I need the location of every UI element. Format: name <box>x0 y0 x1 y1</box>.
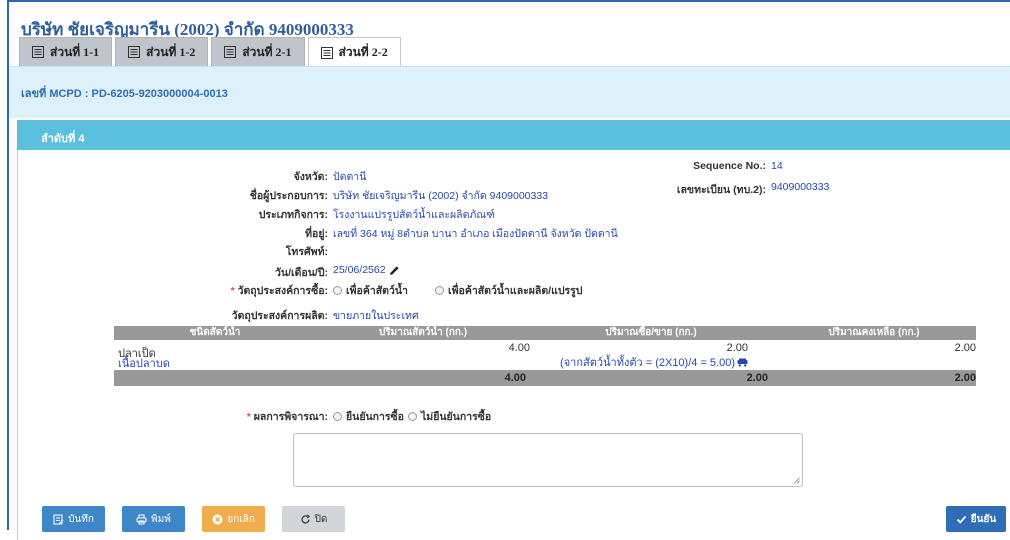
purchase-note-text: (จากสัตว์น้ำทั้งตัว = (2X10)/4 = 5.00) <box>560 357 735 369</box>
operator-value: บริษัท ชัยเจริญมารีน (2002) จำกัด 940900… <box>333 190 549 202</box>
aquatic-table: ชนิดสัตว์น้ำ ปริมาณสัตว์น้ำ (กก.) ปริมาณ… <box>114 326 976 386</box>
truck-icon[interactable] <box>737 358 748 367</box>
panel-title: ลำดับที่ 4 <box>17 120 1010 150</box>
province-label: จังหวัด: <box>293 171 328 183</box>
radio-label: เพื่อค้าสัตว์น้ำ <box>346 285 408 297</box>
remaining-cell: 2.00 <box>954 342 976 354</box>
save-icon <box>53 514 64 524</box>
production-purpose-value: ขายภายในประเทศ <box>333 310 419 322</box>
check-icon <box>956 515 966 524</box>
cancel-label: ยกเลิก <box>227 513 255 525</box>
col-header-purchase: ปริมาณซื้อ/ขาย (กก.) <box>605 327 697 338</box>
list-icon <box>32 46 44 58</box>
consideration-label-text: ผลการพิจารณา: <box>253 411 328 423</box>
print-label: พิมพ์ <box>151 513 171 525</box>
record-panel: จังหวัด: ปัตตานี ชื่อผู้ประกอบการ: บริษั… <box>17 150 1010 540</box>
tab-section-2-1[interactable]: ส่วนที่ 2-1 <box>211 37 305 66</box>
business-type-label: ประเภทกิจการ: <box>258 209 328 221</box>
date-label: วัน/เดือน/ปี: <box>275 267 328 279</box>
sequence-value: 14 <box>771 160 783 172</box>
radio-purpose-trade-process[interactable]: เพื่อค้าสัตว์น้ำและผลิต/แปรรูป <box>435 282 582 299</box>
radio-label: ไม่ยืนยันการซื้อ <box>421 411 492 423</box>
address-label: ที่อยู่: <box>305 228 328 240</box>
sequence-label: Sequence No.: <box>693 160 766 172</box>
table-row: ปลาเป็ด เนื้อปลาบด 4.00 2.00 (จากสัตว์น้… <box>114 340 976 370</box>
list-icon <box>320 46 333 59</box>
radio-label: ยืนยันการซื้อ <box>346 411 404 423</box>
purchase-purpose-label-text: วัตถุประสงค์การซื้อ: <box>237 285 328 297</box>
tab-section-1-2[interactable]: ส่วนที่ 1-2 <box>115 37 209 66</box>
table-total-row: 4.00 2.00 2.00 <box>114 370 976 386</box>
printer-icon <box>136 514 147 524</box>
total-quantity: 4.00 <box>504 372 526 384</box>
business-type-value: โรงงานแปรรูปสัตว์น้ำและผลิตภัณฑ์ <box>333 209 495 221</box>
radio-confirm-purchase[interactable]: ยืนยันการซื้อ <box>333 408 404 425</box>
operator-label: ชื่อผู้ประกอบการ: <box>249 190 328 202</box>
purchase-purpose-label: * วัตถุประสงค์การซื้อ: <box>231 282 328 299</box>
radio-circle[interactable] <box>333 412 342 421</box>
radio-circle[interactable] <box>408 412 417 421</box>
tab-label: ส่วนที่ 1-2 <box>146 44 196 59</box>
list-icon <box>128 46 141 58</box>
refresh-icon <box>300 513 310 523</box>
species-sub-cell: เนื้อปลาบด <box>118 358 170 370</box>
total-purchase: 2.00 <box>746 372 768 384</box>
tab-section-1-1[interactable]: ส่วนที่ 1-1 <box>19 37 113 66</box>
confirm-label: ยืนยัน <box>970 513 997 525</box>
col-header-remaining: ปริมาณคงเหลือ (กก.) <box>828 327 920 338</box>
date-value: 25/06/2562 <box>333 264 386 276</box>
tab-bar: ส่วนที่ 1-1 ส่วนที่ 1-2 ส่วนที่ 2-1 ส่วน… <box>19 37 404 67</box>
consideration-label: * ผลการพิจารณา: <box>247 408 328 425</box>
radio-purpose-trade[interactable]: เพื่อค้าสัตว์น้ำ <box>333 282 408 299</box>
radio-reject-purchase[interactable]: ไม่ยืนยันการซื้อ <box>408 408 491 425</box>
print-button[interactable]: พิมพ์ <box>122 506 185 532</box>
required-asterisk: * <box>246 411 254 423</box>
registration-label: เลขทะเบียน (ทบ.2): <box>676 184 766 196</box>
production-purpose-label: วัตถุประสงค์การผลิต: <box>231 310 328 322</box>
radio-circle[interactable] <box>333 286 342 295</box>
close-button[interactable]: ปิด <box>282 506 345 532</box>
remark-textarea[interactable] <box>293 433 803 487</box>
province-value: ปัตตานี <box>333 171 367 183</box>
cancel-button[interactable]: ยกเลิก <box>202 506 265 532</box>
confirm-button[interactable]: ยืนยัน <box>946 506 1006 532</box>
tab-label: ส่วนที่ 1-1 <box>50 44 100 59</box>
required-asterisk: * <box>230 285 238 297</box>
close-label: ปิด <box>314 513 328 525</box>
tab-label: ส่วนที่ 2-2 <box>338 45 388 59</box>
tab-section-2-2[interactable]: ส่วนที่ 2-2 <box>307 37 401 67</box>
window-frame: บริษัท ชัยเจริญมารีน (2002) จำกัด 940900… <box>7 0 1010 540</box>
quantity-cell: 4.00 <box>508 342 530 354</box>
total-spacer <box>114 370 316 386</box>
col-header-species: ชนิดสัตว์น้ำ <box>189 327 241 338</box>
pencil-icon[interactable] <box>389 265 400 276</box>
cancel-circle-icon <box>212 514 223 524</box>
address-value: เลขที่ 364 หมู่ 8ตำบล บานา อำเภอ เมืองปั… <box>333 228 618 240</box>
document-header: เลขที่ MCPD : PD-6205-9203000004-0013 <box>9 66 1010 118</box>
save-button[interactable]: บันทึก <box>42 506 105 532</box>
radio-label: เพื่อค้าสัตว์น้ำและผลิต/แปรรูป <box>448 285 583 297</box>
total-remaining: 2.00 <box>954 372 976 384</box>
phone-label: โทรศัพท์: <box>285 246 328 258</box>
registration-value: 9409000333 <box>771 181 830 193</box>
purchase-note: (จากสัตว์น้ำทั้งตัว = (2X10)/4 = 5.00) <box>560 353 748 371</box>
list-icon <box>224 46 237 58</box>
save-label: บันทึก <box>68 513 94 525</box>
date-field[interactable]: 25/06/2562 <box>333 264 400 276</box>
radio-circle[interactable] <box>435 286 444 295</box>
mcpd-number: เลขที่ MCPD : PD-6205-9203000004-0013 <box>21 88 228 100</box>
table-header: ชนิดสัตว์น้ำ ปริมาณสัตว์น้ำ (กก.) ปริมาณ… <box>114 326 976 340</box>
tab-label: ส่วนที่ 2-1 <box>242 44 292 59</box>
col-header-quantity: ปริมาณสัตว์น้ำ (กก.) <box>378 327 468 338</box>
resize-grip-icon[interactable] <box>793 477 800 484</box>
